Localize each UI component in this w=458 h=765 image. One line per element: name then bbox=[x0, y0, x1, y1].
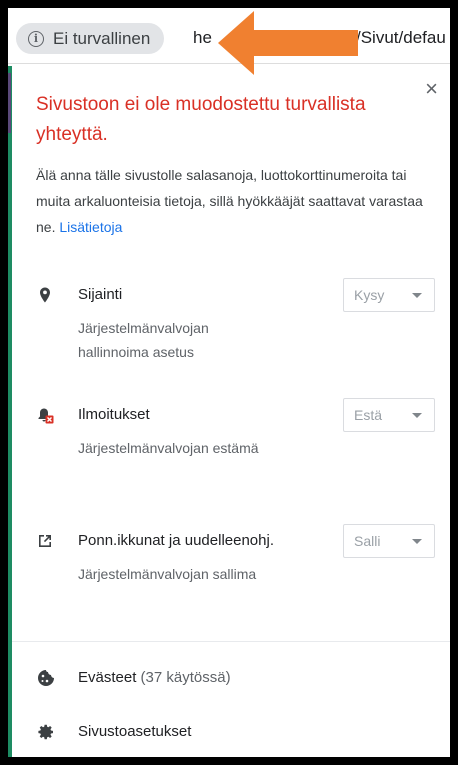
select-value: Estä bbox=[354, 407, 383, 423]
warning-body: Älä anna tälle sivustolle salasanoja, lu… bbox=[36, 162, 436, 240]
cookies-text: Evästeet bbox=[78, 669, 137, 686]
url-text-start[interactable]: he bbox=[193, 28, 212, 48]
page-edge-strip bbox=[8, 66, 12, 757]
permission-select-popups[interactable]: Salli bbox=[343, 524, 435, 558]
permission-label: Sijainti bbox=[78, 286, 123, 303]
cookies-button[interactable]: Evästeet (37 käytössä) bbox=[8, 660, 450, 696]
notification-blocked-icon bbox=[38, 408, 54, 424]
location-pin-icon bbox=[40, 287, 50, 303]
url-text-end[interactable]: /Sivut/defau bbox=[356, 28, 446, 48]
cookie-icon bbox=[38, 670, 54, 686]
permission-select-location[interactable]: Kysy bbox=[343, 278, 435, 312]
warning-title: Sivustoon ei ole muodostettu turvallista… bbox=[36, 94, 366, 145]
permission-label: Ilmoitukset bbox=[78, 406, 150, 423]
cookies-count: (37 käytössä) bbox=[140, 669, 231, 686]
permission-status: Järjestelmänvalvojan hallinnoima asetus bbox=[78, 320, 209, 360]
site-settings-button[interactable]: Sivustoasetukset bbox=[8, 714, 450, 750]
security-chip[interactable]: i Ei turvallinen bbox=[16, 23, 165, 54]
learn-more-link[interactable]: Lisätietoja bbox=[59, 219, 122, 235]
select-value: Salli bbox=[354, 533, 381, 549]
permission-label: Ponn.ikkunat ja uudelleenohj. bbox=[78, 532, 274, 549]
gear-icon bbox=[38, 724, 53, 740]
page-edge-accent bbox=[8, 73, 11, 133]
site-settings-label: Sivustoasetukset bbox=[78, 723, 192, 740]
permission-status: Järjestelmänvalvojan estämä bbox=[78, 440, 259, 456]
close-button[interactable]: × bbox=[425, 78, 438, 100]
annotation-arrow-icon bbox=[218, 11, 358, 75]
chevron-down-icon bbox=[412, 293, 422, 298]
chevron-down-icon bbox=[412, 413, 422, 418]
chevron-down-icon bbox=[412, 539, 422, 544]
permission-select-notifications[interactable]: Estä bbox=[343, 398, 435, 432]
site-info-popup: × Sivustoon ei ole muodostettu turvallis… bbox=[8, 63, 450, 757]
info-icon: i bbox=[28, 30, 44, 47]
cookies-label: Evästeet (37 käytössä) bbox=[78, 669, 231, 686]
security-label: Ei turvallinen bbox=[53, 28, 151, 48]
browser-frame: i Ei turvallinen he /Sivut/defau × Sivus… bbox=[8, 8, 450, 757]
permission-status: Järjestelmänvalvojan sallima bbox=[78, 566, 257, 582]
popup-redirect-icon bbox=[39, 535, 51, 547]
divider bbox=[12, 641, 450, 642]
select-value: Kysy bbox=[354, 287, 385, 303]
